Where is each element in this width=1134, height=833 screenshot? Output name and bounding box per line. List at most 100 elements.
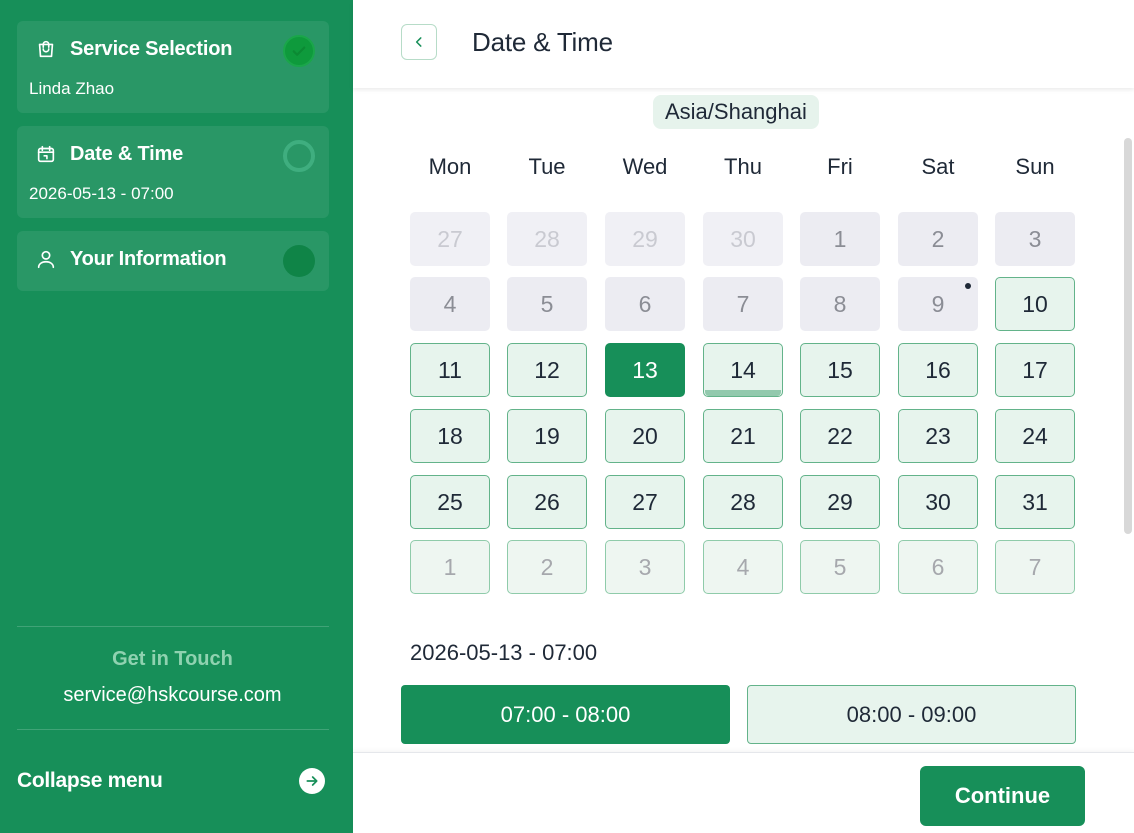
day-number: 4: [443, 290, 457, 317]
calendar-day-available[interactable]: 27: [605, 475, 685, 529]
calendar-day-next-month[interactable]: 4: [703, 540, 783, 594]
divider: [17, 626, 329, 627]
day-number: 18: [437, 422, 463, 449]
step-title: Service Selection: [70, 37, 233, 60]
contact-email[interactable]: service@hskcourse.com: [0, 684, 345, 707]
calendar-day-available[interactable]: 30: [898, 475, 978, 529]
calendar-day-available[interactable]: 17: [995, 343, 1075, 397]
day-number: 9: [931, 290, 945, 317]
calendar-day-unavailable: 1: [800, 212, 880, 266]
timezone-badge: Asia/Shanghai: [653, 95, 819, 129]
day-number: 3: [1028, 225, 1042, 252]
day-number: 25: [437, 488, 463, 515]
calendar-day-next-month[interactable]: 5: [800, 540, 880, 594]
main-panel: Date & Time Asia/Shanghai Mon Tue Wed Thu Fr…: [353, 0, 1134, 833]
calendar-day-available[interactable]: 12: [507, 343, 587, 397]
day-number: 5: [540, 290, 554, 317]
day-availability-bar: [705, 390, 781, 396]
calendar-day-unavailable: 9: [898, 277, 978, 331]
calendar-day-available[interactable]: 23: [898, 409, 978, 463]
step-date-time[interactable]: Date & Time 2026-05-13 - 07:00: [17, 126, 329, 218]
step-current-ring-icon: [283, 140, 315, 172]
day-number: 12: [534, 356, 560, 383]
day-number: 31: [1022, 488, 1048, 515]
calendar-day-available[interactable]: 24: [995, 409, 1075, 463]
day-number: 2: [931, 225, 945, 252]
step-pending-dot-icon: [283, 245, 315, 277]
continue-button[interactable]: Continue: [920, 766, 1085, 826]
today-indicator-dot: [965, 283, 971, 289]
calendar-day-available[interactable]: 20: [605, 409, 685, 463]
calendar-day-available[interactable]: 16: [898, 343, 978, 397]
day-number: 30: [730, 225, 756, 252]
calendar-day-next-month[interactable]: 7: [995, 540, 1075, 594]
chevron-left-icon: [415, 37, 422, 47]
calendar-day-next-month[interactable]: 1: [410, 540, 490, 594]
day-number: 27: [437, 225, 463, 252]
day-number: 21: [730, 422, 756, 449]
day-number: 8: [833, 290, 847, 317]
step-subtitle: 2026-05-13 - 07:00: [29, 184, 174, 203]
calendar-day-available[interactable]: 25: [410, 475, 490, 529]
calendar-day-outside-month: 27: [410, 212, 490, 266]
day-number: 26: [534, 488, 560, 515]
calendar-day-unavailable: 3: [995, 212, 1075, 266]
step-your-information[interactable]: Your Information: [17, 231, 329, 291]
day-number: 15: [827, 356, 853, 383]
step-title: Your Information: [70, 247, 227, 270]
calendar-day-unavailable: 4: [410, 277, 490, 331]
divider: [17, 729, 329, 730]
header: Date & Time: [353, 0, 1134, 88]
calendar-day-available[interactable]: 14: [703, 343, 783, 397]
calendar-day-next-month[interactable]: 2: [507, 540, 587, 594]
weekday-label: Wed: [622, 154, 668, 179]
weekday-label: Tue: [528, 154, 566, 179]
day-number: 1: [443, 553, 457, 580]
footer: Continue: [353, 752, 1134, 833]
calendar-day-available[interactable]: 18: [410, 409, 490, 463]
time-slot-button[interactable]: 08:00 - 09:00: [747, 685, 1076, 744]
day-number: 10: [1022, 290, 1048, 317]
day-number: 1: [833, 225, 847, 252]
contact-title: Get in Touch: [112, 648, 233, 670]
day-number: 28: [534, 225, 560, 252]
day-number: 2: [540, 553, 554, 580]
calendar-day-available[interactable]: 19: [507, 409, 587, 463]
calendar-day-next-month[interactable]: 6: [898, 540, 978, 594]
time-slot-button[interactable]: 07:00 - 08:00: [401, 685, 730, 744]
weekday-label: Thu: [724, 154, 762, 179]
calendar-day-available[interactable]: 21: [703, 409, 783, 463]
calendar-day-available[interactable]: 26: [507, 475, 587, 529]
weekday-label: Sat: [921, 154, 955, 179]
day-number: 19: [534, 422, 560, 449]
calendar-day-available[interactable]: 28: [703, 475, 783, 529]
back-button[interactable]: [401, 24, 437, 60]
day-number: 7: [1028, 553, 1042, 580]
day-number: 29: [632, 225, 658, 252]
step-subtitle: Linda Zhao: [29, 79, 115, 98]
calendar-day-selected[interactable]: 13: [605, 343, 685, 397]
day-number: 20: [632, 422, 658, 449]
calendar-day-unavailable: 5: [507, 277, 587, 331]
day-number: 29: [827, 488, 853, 515]
collapse-menu-button[interactable]: Collapse menu: [17, 766, 325, 796]
day-number: 17: [1022, 356, 1048, 383]
shopping-bag-icon: [34, 37, 58, 61]
day-number: 22: [827, 422, 853, 449]
day-number: 7: [736, 290, 750, 317]
day-number: 6: [638, 290, 652, 317]
day-number: 13: [632, 356, 658, 383]
calendar-day-next-month[interactable]: 3: [605, 540, 685, 594]
day-number: 11: [438, 356, 462, 383]
calendar-day-available[interactable]: 29: [800, 475, 880, 529]
calendar-day-available[interactable]: 10: [995, 277, 1075, 331]
scrollbar[interactable]: [1124, 138, 1132, 534]
calendar-day-available[interactable]: 22: [800, 409, 880, 463]
step-title: Date & Time: [70, 142, 184, 165]
step-service-selection[interactable]: Service Selection Linda Zhao: [17, 21, 329, 113]
calendar-day-available[interactable]: 31: [995, 475, 1075, 529]
calendar-day-unavailable: 7: [703, 277, 783, 331]
calendar-day-unavailable: 6: [605, 277, 685, 331]
calendar-day-available[interactable]: 11: [410, 343, 490, 397]
calendar-day-available[interactable]: 15: [800, 343, 880, 397]
